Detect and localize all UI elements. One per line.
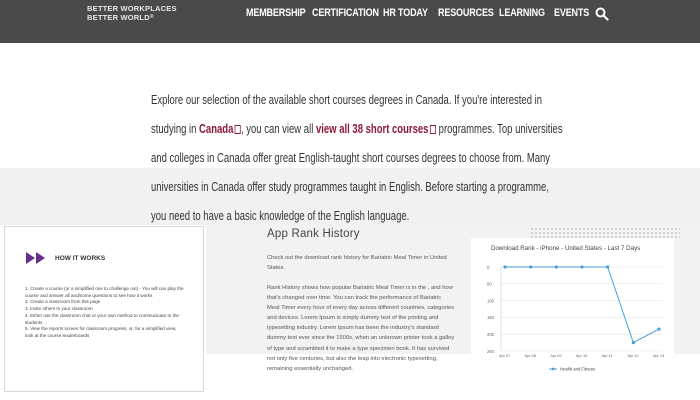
chart-title: Download Rank - iPhone - United States -… bbox=[491, 245, 640, 252]
app-rank-title: App Rank History bbox=[267, 228, 360, 240]
step-item: 2. Create a classroom from this page bbox=[25, 299, 101, 305]
canada-link[interactable]: Canada bbox=[199, 122, 241, 136]
intro-paragraph: Explore our selection of the available s… bbox=[151, 86, 565, 231]
step-item: 4. Either use the classroom chat or your… bbox=[25, 312, 179, 318]
y-tick-label: 50 bbox=[487, 282, 492, 287]
y-tick-label: 150 bbox=[487, 315, 495, 320]
logo-trademark: ® bbox=[149, 14, 154, 20]
data-point bbox=[580, 265, 584, 269]
intro-text-3: programmes. Top universities and college… bbox=[151, 122, 563, 223]
y-tick-label: 200 bbox=[487, 332, 495, 337]
x-tick-label: Apr 13 bbox=[653, 354, 664, 358]
logo-line-2: BETTER WORLD bbox=[87, 13, 150, 22]
how-it-works-steps: 1. Create a course (or a simplified one … bbox=[25, 286, 203, 340]
play-arrows-icon bbox=[26, 252, 45, 264]
legend-marker bbox=[551, 367, 555, 371]
nav-learning[interactable]: LEARNING bbox=[499, 7, 545, 21]
nav-events[interactable]: EVENTS bbox=[554, 7, 589, 21]
logo-line-1: BETTER WORKPLACES bbox=[87, 4, 177, 13]
rank-chart: Download Rank - iPhone - United States -… bbox=[487, 245, 664, 372]
how-it-works-title: HOW IT WORKS bbox=[55, 255, 106, 262]
top-navbar: BETTER WORKPLACES BETTER WORLD® MEMBERSH… bbox=[0, 0, 700, 43]
view-all-courses-link[interactable]: view all 38 short courses bbox=[316, 122, 437, 136]
x-tick-label: Apr 08 bbox=[525, 354, 536, 358]
x-tick-label: Apr 10 bbox=[576, 354, 587, 358]
x-tick-label: Apr 11 bbox=[602, 354, 613, 358]
series-line bbox=[505, 266, 660, 344]
step-item: look at the course leaderboards bbox=[25, 332, 90, 338]
data-point bbox=[631, 341, 635, 345]
data-point bbox=[657, 327, 661, 331]
external-link-icon bbox=[429, 125, 437, 134]
nav-hr-today[interactable]: HR TODAY bbox=[383, 7, 428, 21]
how-it-works-card: HOW IT WORKS 1. Create a course (or a si… bbox=[4, 226, 204, 392]
data-point bbox=[503, 265, 507, 269]
step-item: 5. View the reports screen for classroom… bbox=[25, 326, 177, 332]
y-tick-label: 0 bbox=[487, 265, 490, 270]
step-item: 1. Create a course (or a simplified one … bbox=[25, 286, 184, 291]
app-rank-subtitle: Check out the download rank history for … bbox=[267, 255, 447, 271]
nav-membership[interactable]: MEMBERSHIP bbox=[246, 7, 306, 21]
data-point bbox=[529, 265, 533, 269]
nav-certification[interactable]: CERTIFICATION bbox=[312, 7, 379, 21]
x-tick-label: Apr 12 bbox=[627, 354, 638, 358]
search-icon[interactable] bbox=[595, 7, 609, 21]
x-tick-label: Apr 07 bbox=[499, 354, 510, 358]
data-point bbox=[606, 265, 610, 269]
data-point bbox=[554, 265, 558, 269]
step-item: course and answer all and/some questions… bbox=[25, 292, 153, 298]
external-link-icon bbox=[234, 125, 241, 134]
step-item: students bbox=[25, 319, 43, 325]
x-tick-label: Apr 09 bbox=[550, 354, 561, 358]
app-rank-description: Rank History shows how popular Bariatric… bbox=[267, 285, 455, 372]
y-tick-label: 100 bbox=[487, 298, 495, 303]
nav-resources[interactable]: RESOURCES bbox=[438, 7, 494, 21]
legend-label: Health and Fitness bbox=[560, 367, 595, 372]
y-tick-label: 250 bbox=[487, 349, 495, 354]
site-logo[interactable]: BETTER WORKPLACES BETTER WORLD® bbox=[87, 4, 177, 22]
step-item: 3. Invite others to your classroom bbox=[25, 306, 93, 312]
intro-text-2: , you can view all bbox=[240, 122, 316, 136]
